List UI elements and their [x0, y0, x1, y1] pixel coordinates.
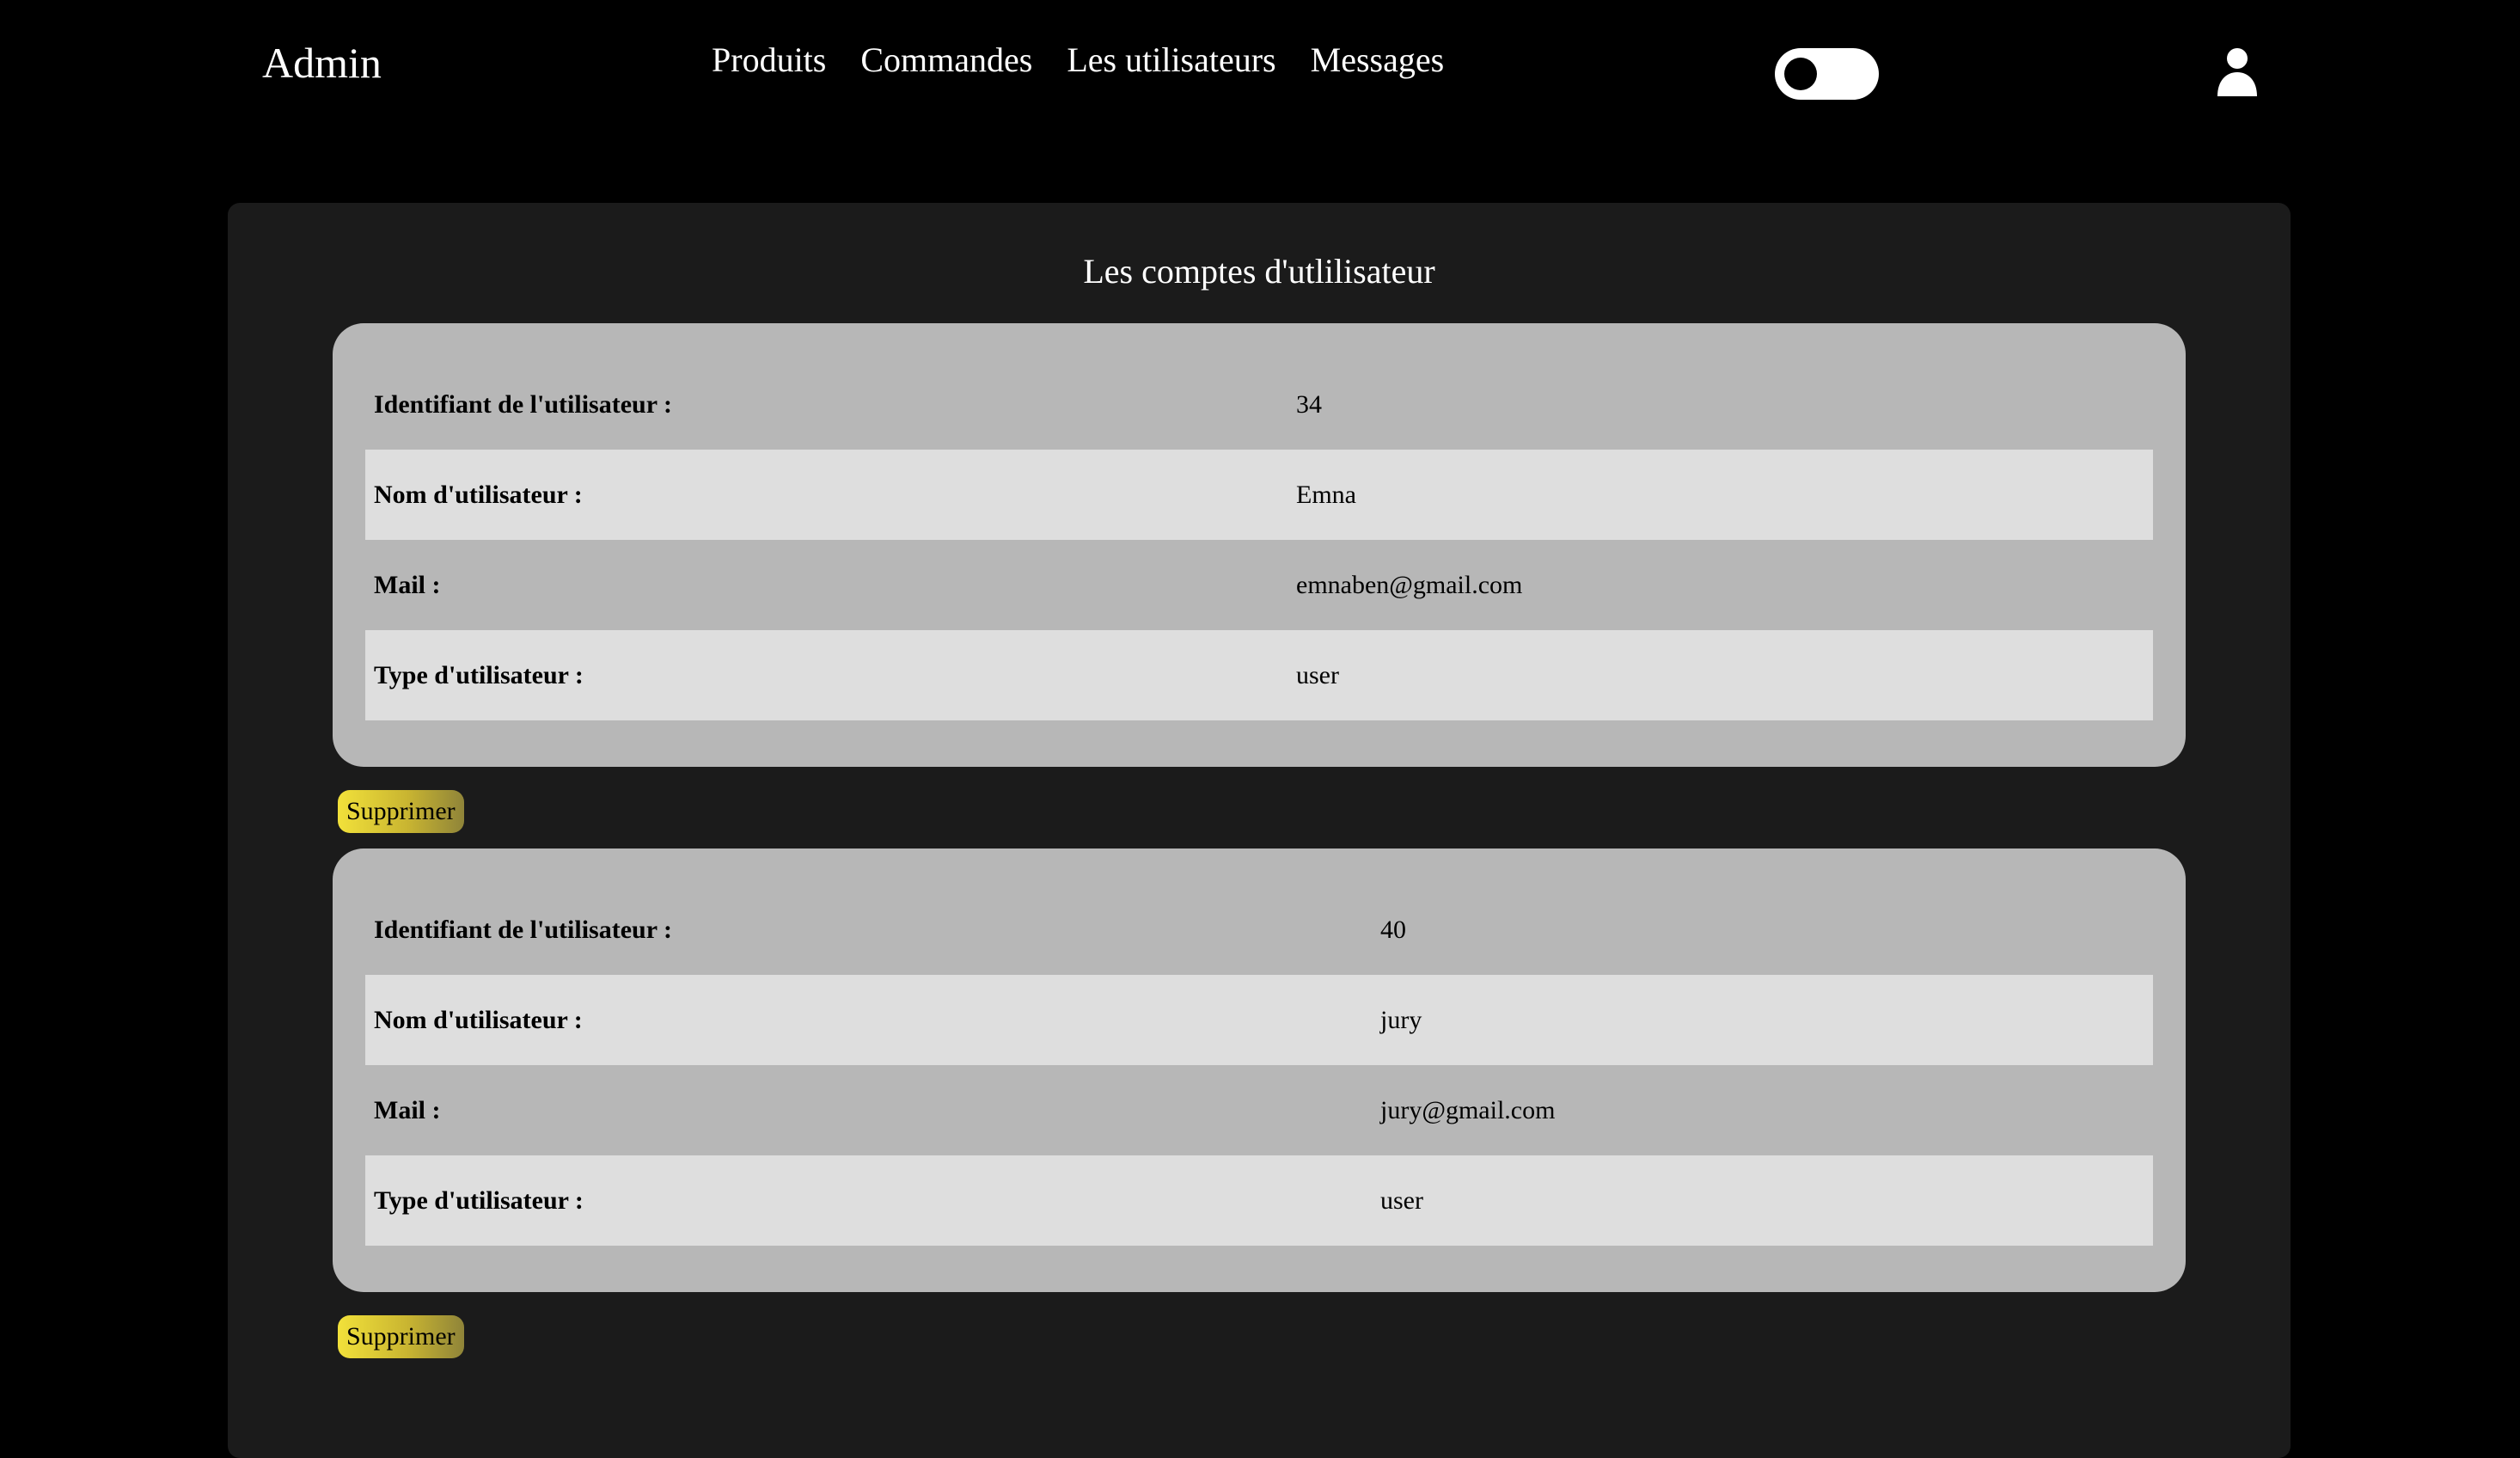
delete-user-button[interactable]: Supprimer [338, 1315, 464, 1358]
user-id-value: 40 [1380, 915, 1406, 944]
table-row: Identifiant de l'utilisateur : 40 [365, 885, 2153, 975]
nav-link-commandes[interactable]: Commandes [860, 43, 1032, 77]
table-row: Nom d'utilisateur : Emna [365, 450, 2153, 540]
theme-toggle[interactable] [1775, 48, 1879, 100]
user-name-label: Nom d'utilisateur : [365, 975, 1372, 1065]
table-row: Mail : emnaben@gmail.com [365, 540, 2153, 630]
users-panel: Les comptes d'utlilisateur Identifiant d… [228, 203, 2291, 1458]
user-type-value: user [1288, 630, 2153, 720]
user-details-table: Identifiant de l'utilisateur : 40 Nom d'… [365, 885, 2153, 1246]
brand-title: Admin [262, 39, 382, 87]
user-card: Identifiant de l'utilisateur : 34 Nom d'… [333, 323, 2186, 767]
user-id-label: Identifiant de l'utilisateur : [374, 389, 672, 419]
user-card: Identifiant de l'utilisateur : 40 Nom d'… [333, 848, 2186, 1292]
table-row: Type d'utilisateur : user [365, 630, 2153, 720]
top-navbar: Admin Produits Commandes Les utilisateur… [0, 0, 2520, 146]
user-name-label: Nom d'utilisateur : [365, 450, 1288, 540]
nav-link-utilisateurs[interactable]: Les utilisateurs [1067, 43, 1275, 77]
table-row: Mail : jury@gmail.com [365, 1065, 2153, 1155]
user-id-value: 34 [1296, 389, 1322, 419]
toggle-knob [1784, 58, 1817, 90]
user-type-label: Type d'utilisateur : [365, 1155, 1372, 1246]
nav-link-messages[interactable]: Messages [1311, 43, 1445, 77]
user-name-value: Emna [1288, 450, 2153, 540]
user-mail-value: emnaben@gmail.com [1296, 570, 1523, 599]
user-icon[interactable] [2216, 46, 2259, 96]
page-title: Les comptes d'utlilisateur [1083, 252, 1435, 291]
user-id-label: Identifiant de l'utilisateur : [374, 915, 672, 944]
user-mail-value: jury@gmail.com [1380, 1095, 1556, 1124]
user-mail-label: Mail : [374, 1095, 441, 1124]
table-row: Identifiant de l'utilisateur : 34 [365, 359, 2153, 450]
user-type-label: Type d'utilisateur : [365, 630, 1288, 720]
nav-link-produits[interactable]: Produits [712, 43, 826, 77]
main-nav: Produits Commandes Les utilisateurs Mess… [712, 43, 1444, 77]
table-row: Type d'utilisateur : user [365, 1155, 2153, 1246]
user-mail-label: Mail : [374, 570, 441, 599]
user-name-value: jury [1372, 975, 2153, 1065]
user-type-value: user [1372, 1155, 2153, 1246]
user-details-table: Identifiant de l'utilisateur : 34 Nom d'… [365, 359, 2153, 720]
table-row: Nom d'utilisateur : jury [365, 975, 2153, 1065]
delete-user-button[interactable]: Supprimer [338, 790, 464, 833]
